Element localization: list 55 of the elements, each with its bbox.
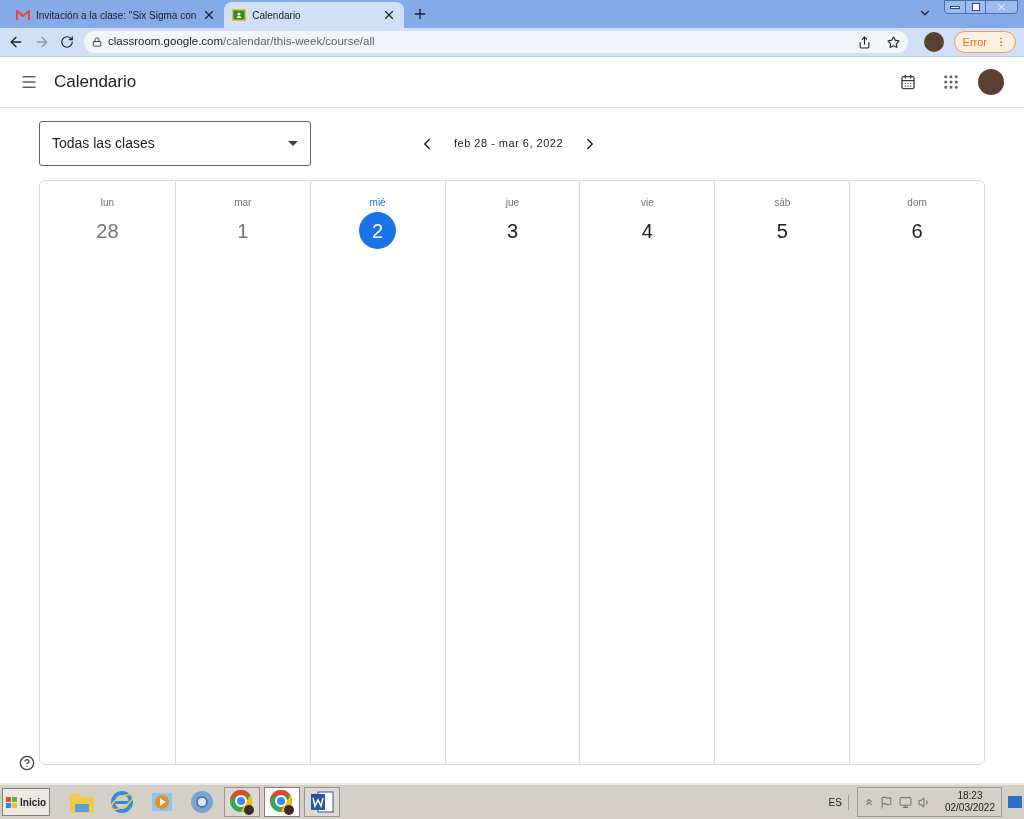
class-filter-dropdown[interactable]: Todas las clases [39, 121, 311, 166]
day-number[interactable]: 1 [224, 212, 262, 249]
mail-icon [16, 9, 30, 21]
back-icon[interactable] [8, 34, 24, 50]
url-text: classroom.google.com/calendar/this-week/course/all [108, 34, 375, 50]
share-icon[interactable] [857, 35, 871, 49]
account-avatar[interactable] [978, 69, 1004, 95]
dropdown-arrow-icon [288, 141, 298, 146]
tab-title: Invitación a la clase: "Six Sigma con [36, 8, 197, 23]
globe-e-icon [109, 789, 136, 815]
calendar-icon[interactable] [900, 74, 916, 90]
volume-icon[interactable] [917, 795, 931, 809]
classroom-icon [232, 9, 247, 21]
play-icon [150, 790, 175, 814]
taskbar-app-button[interactable] [264, 787, 301, 817]
taskbar-app-button[interactable] [304, 787, 341, 817]
address-field[interactable]: classroom.google.com/calendar/this-week/course/all [84, 31, 908, 53]
app-title: Calendario [54, 71, 137, 94]
browser-tab[interactable]: Calendario [224, 2, 405, 28]
taskbar-app-button[interactable] [224, 787, 261, 817]
weekday-label: jue [505, 196, 520, 210]
windows-logo-icon [6, 796, 18, 808]
weekday-label: sáb [774, 196, 791, 210]
chrome-icon [228, 788, 257, 816]
bookmark-star-icon[interactable] [886, 35, 900, 49]
apps-grid-icon[interactable] [942, 73, 960, 91]
reload-icon[interactable] [60, 35, 74, 49]
weekday-label: mar [234, 196, 252, 210]
clock-date: 02/03/2022 [944, 802, 995, 814]
document-icon [309, 789, 336, 815]
start-button[interactable]: Inicio [2, 788, 51, 816]
chrome-icon [268, 788, 297, 816]
clock-time: 18:23 [957, 790, 983, 802]
weekday-label: lun [100, 196, 115, 210]
profile-avatar[interactable] [923, 32, 944, 52]
show-hidden-icons-icon[interactable] [863, 797, 874, 807]
flag-icon[interactable] [879, 795, 893, 809]
lock-icon [92, 37, 102, 47]
weekday-label: mié [369, 196, 386, 210]
week-range: feb 28 - mar 6, 2022 [454, 136, 564, 152]
day-number[interactable]: 2 [359, 212, 397, 249]
language-indicator[interactable]: ES [828, 794, 849, 810]
network-icon[interactable] [898, 795, 912, 809]
chromium-icon [189, 789, 216, 815]
help-icon[interactable] [19, 755, 35, 771]
day-number[interactable]: 4 [628, 212, 666, 249]
day-number[interactable]: 5 [763, 212, 801, 249]
day-number[interactable]: 3 [494, 212, 531, 249]
day-number[interactable]: 6 [898, 212, 936, 249]
weekday-label: vie [640, 196, 654, 210]
tab-title: Calendario [252, 8, 302, 23]
weekday-label: dom [907, 196, 927, 210]
browser-tab[interactable]: Invitación a la clase: "Six Sigma con [8, 2, 225, 28]
day-number[interactable]: 28 [88, 212, 126, 249]
menu-icon[interactable] [20, 73, 38, 91]
